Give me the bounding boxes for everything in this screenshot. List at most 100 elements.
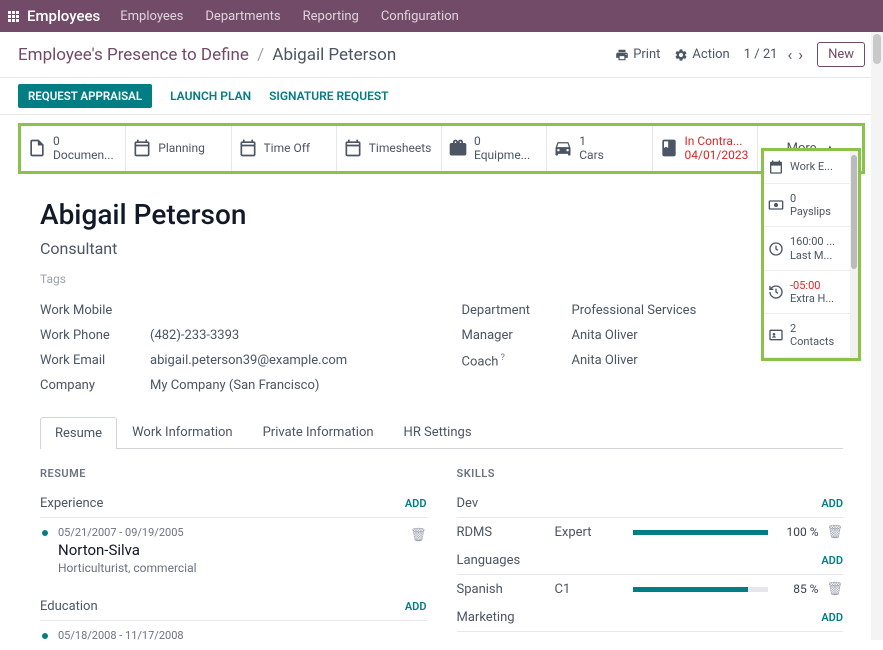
- work-email-label: Work Email: [40, 353, 150, 368]
- dev-add-button[interactable]: ADD: [821, 497, 843, 510]
- education-add-button[interactable]: ADD: [405, 600, 427, 613]
- stat-equipment[interactable]: 0Equipme...: [442, 126, 547, 171]
- resume-entry[interactable]: 05/18/2008 - 11/17/2008: [40, 621, 427, 650]
- company-label: Company: [40, 378, 150, 393]
- stat-timesheets[interactable]: Timesheets: [337, 126, 442, 171]
- stat-timeoff[interactable]: Time Off: [232, 126, 337, 171]
- pager: 1 / 21 ‹ ›: [744, 45, 803, 64]
- dev-label: Dev: [457, 496, 479, 511]
- tab-private-information[interactable]: Private Information: [248, 416, 389, 448]
- breadcrumb-current: Abigail Peterson: [272, 45, 396, 65]
- entry-desc: Horticulturist, commercial: [58, 561, 427, 575]
- trash-icon[interactable]: 🗑: [410, 528, 427, 543]
- page-scrollbar[interactable]: [871, 32, 883, 640]
- skills-section: SKILLS Dev ADD RDMS Expert 100 % 🗑 Langu…: [457, 467, 844, 650]
- experience-add-button[interactable]: ADD: [405, 497, 427, 510]
- print-button[interactable]: Print: [615, 47, 660, 62]
- tabs: Resume Work Information Private Informat…: [40, 416, 843, 449]
- trash-icon[interactable]: 🗑: [826, 582, 843, 597]
- skills-heading: SKILLS: [457, 467, 844, 480]
- request-appraisal-button[interactable]: REQUEST APPRAISAL: [18, 84, 152, 108]
- work-phone-value[interactable]: (482)-233-3393: [150, 328, 239, 343]
- pager-next[interactable]: ›: [798, 45, 803, 64]
- nav-configuration[interactable]: Configuration: [381, 9, 459, 24]
- nav-departments[interactable]: Departments: [205, 9, 280, 24]
- brand[interactable]: Employees: [27, 7, 100, 25]
- languages-label: Languages: [457, 553, 521, 568]
- pager-prev[interactable]: ‹: [787, 45, 792, 64]
- document-icon: [27, 138, 47, 158]
- pager-count: 1 / 21: [744, 47, 778, 62]
- print-icon: [615, 48, 629, 62]
- contact-icon: [768, 327, 784, 343]
- company-value[interactable]: My Company (San Francisco): [150, 378, 319, 393]
- work-phone-label: Work Phone: [40, 328, 150, 343]
- more-payslips[interactable]: 0Payslips: [764, 184, 858, 227]
- entry-title: Norton-Silva: [58, 541, 427, 559]
- skill-bar: [633, 587, 769, 592]
- resume-section: RESUME Experience ADD 05/21/2007 - 09/19…: [40, 467, 427, 650]
- clock-icon: [768, 241, 784, 257]
- history-icon: [768, 284, 784, 300]
- tab-resume[interactable]: Resume: [40, 417, 117, 449]
- stat-contract[interactable]: In Contra...04/01/2023: [653, 126, 758, 171]
- statbar: 0Documen... Planning Time Off Timesheets…: [18, 123, 865, 174]
- skill-row[interactable]: RDMS Expert 100 % 🗑: [457, 518, 844, 547]
- breadcrumb-root[interactable]: Employee's Presence to Define: [18, 45, 249, 65]
- tab-work-information[interactable]: Work Information: [117, 416, 248, 448]
- tags-input[interactable]: Tags: [40, 272, 843, 286]
- calendar-icon: [132, 138, 152, 158]
- more-lastm[interactable]: 160:00 ...Last M...: [764, 227, 858, 270]
- launch-plan-button[interactable]: LAUNCH PLAN: [170, 89, 251, 103]
- resume-entry[interactable]: 05/21/2007 - 09/19/2005 Norton-Silva Hor…: [40, 518, 427, 583]
- manager-label: Manager: [462, 328, 572, 343]
- money-icon: [768, 197, 784, 213]
- equipment-icon: [448, 138, 468, 158]
- resume-heading: RESUME: [40, 467, 427, 480]
- stat-documents[interactable]: 0Documen...: [21, 126, 126, 171]
- nav-reporting[interactable]: Reporting: [303, 9, 359, 24]
- job-title[interactable]: Consultant: [40, 239, 843, 258]
- department-value[interactable]: Professional Services: [572, 303, 697, 318]
- topbar: Employees Employees Departments Reportin…: [0, 0, 883, 32]
- more-contacts[interactable]: 2Contacts: [764, 314, 858, 357]
- trash-icon[interactable]: 🗑: [826, 525, 843, 540]
- apps-icon[interactable]: [8, 11, 19, 22]
- more-panel: Work E... 0Payslips 160:00 ...Last M... …: [761, 148, 861, 361]
- signature-request-button[interactable]: SIGNATURE REQUEST: [269, 89, 388, 103]
- department-label: Department: [462, 303, 572, 318]
- skill-row[interactable]: Spanish C1 85 % 🗑: [457, 575, 844, 604]
- breadcrumb: Employee's Presence to Define / Abigail …: [18, 45, 396, 65]
- calendar-icon: [343, 138, 363, 158]
- marketing-add-button[interactable]: ADD: [821, 611, 843, 624]
- new-button[interactable]: New: [817, 42, 865, 67]
- languages-add-button[interactable]: ADD: [821, 554, 843, 567]
- header: Employee's Presence to Define / Abigail …: [0, 32, 883, 78]
- car-icon: [553, 138, 573, 158]
- experience-label: Experience: [40, 496, 103, 511]
- more-scrollbar[interactable]: [850, 151, 858, 358]
- manager-value[interactable]: Anita Oliver: [572, 328, 638, 343]
- stat-planning[interactable]: Planning: [126, 126, 231, 171]
- calendar-icon: [768, 159, 784, 175]
- form-body: Abigail Peterson Consultant Tags Work Mo…: [0, 174, 883, 650]
- breadcrumb-sep: /: [257, 45, 264, 65]
- nav-employees[interactable]: Employees: [120, 9, 183, 24]
- work-email-value[interactable]: abigail.peterson39@example.com: [150, 353, 347, 368]
- gear-icon: [674, 48, 688, 62]
- tab-hr-settings[interactable]: HR Settings: [389, 416, 487, 448]
- action-button[interactable]: Action: [674, 47, 729, 62]
- book-icon: [659, 138, 679, 158]
- more-extrah[interactable]: -05:00Extra H...: [764, 271, 858, 314]
- more-work-entries[interactable]: Work E...: [764, 151, 858, 184]
- calendar-icon: [238, 138, 258, 158]
- employee-name[interactable]: Abigail Peterson: [40, 198, 843, 231]
- coach-value[interactable]: Anita Oliver: [572, 353, 638, 369]
- help-icon[interactable]: ?: [498, 353, 505, 363]
- stat-cars[interactable]: 1Cars: [547, 126, 652, 171]
- coach-label: Coach ?: [462, 353, 572, 369]
- education-label: Education: [40, 599, 98, 614]
- actionbar: REQUEST APPRAISAL LAUNCH PLAN SIGNATURE …: [0, 78, 883, 115]
- entry-dates: 05/21/2007 - 09/19/2005: [58, 526, 427, 539]
- marketing-label: Marketing: [457, 610, 515, 625]
